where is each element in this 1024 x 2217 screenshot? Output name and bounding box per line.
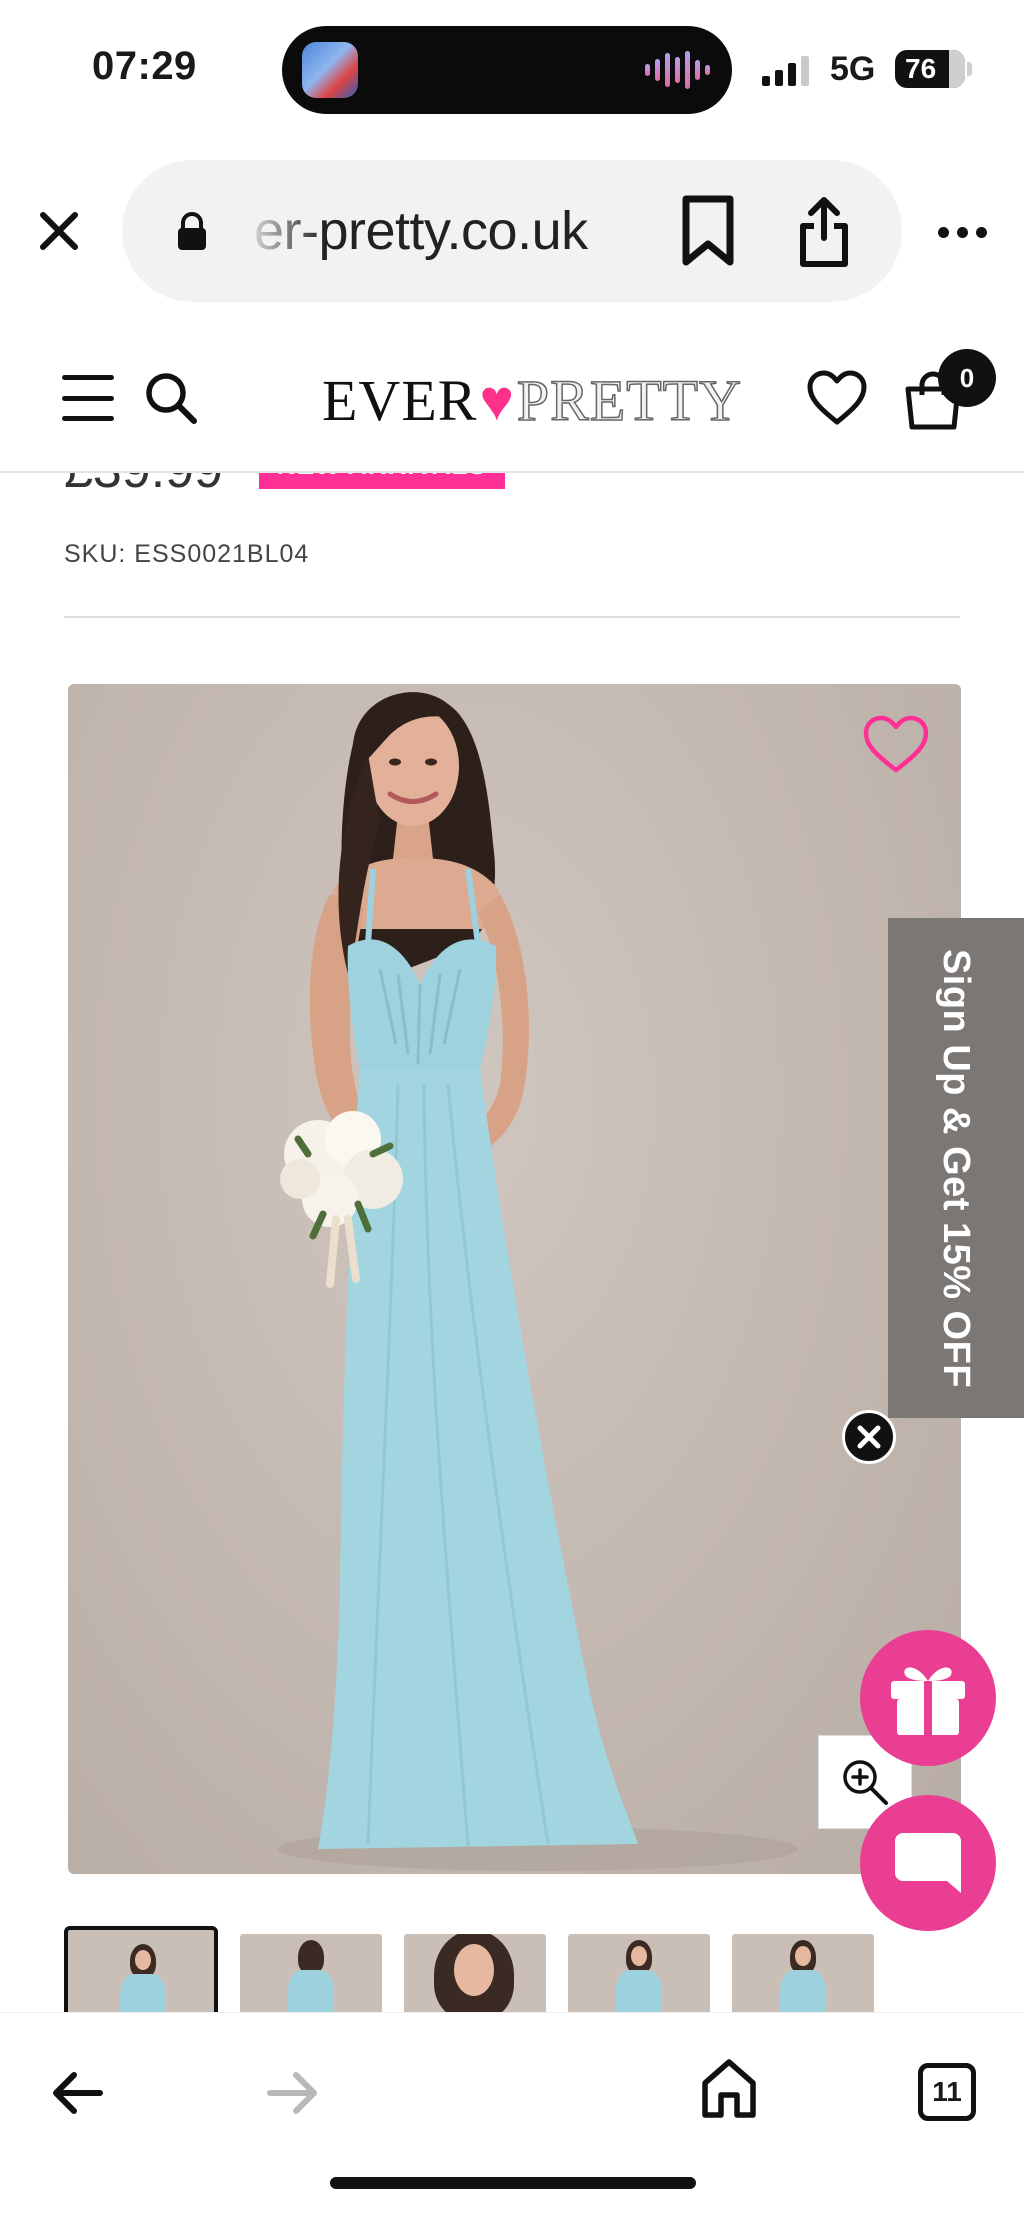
product-thumbnail[interactable] (64, 1926, 218, 2012)
product-thumbnail[interactable] (404, 1934, 546, 2012)
url-field[interactable]: er-pretty.co.uk (122, 160, 902, 302)
wishlist-heart-icon[interactable] (806, 369, 868, 427)
search-icon[interactable] (144, 371, 198, 425)
product-thumbnail[interactable] (732, 1934, 874, 2012)
signal-icon (762, 56, 809, 86)
chat-bubble-icon (895, 1833, 961, 1893)
thumbnail-strip (64, 1924, 964, 2012)
tab-switcher-button[interactable]: 11 (918, 2063, 976, 2121)
divider (64, 616, 960, 618)
home-icon[interactable] (700, 2057, 758, 2119)
audio-wave-icon (645, 50, 710, 90)
home-indicator (330, 2177, 696, 2189)
lock-icon (178, 212, 206, 250)
site-logo[interactable]: EVER ♥ PRETTY (322, 367, 742, 434)
tab-count: 11 (932, 2076, 962, 2107)
battery-icon: 76 (895, 50, 965, 88)
signup-offer-tab[interactable]: Sign Up & Get 15% OFF (888, 918, 1024, 1418)
product-thumbnail[interactable] (240, 1934, 382, 2012)
dynamic-island[interactable] (282, 26, 732, 114)
bookmark-icon[interactable] (678, 194, 738, 268)
signup-offer-label: Sign Up & Get 15% OFF (935, 948, 978, 1388)
gift-button[interactable] (860, 1630, 996, 1766)
product-sku: SKU: ESS0021BL04 (64, 540, 310, 568)
more-options-icon[interactable] (938, 222, 988, 242)
close-icon (857, 1425, 881, 1449)
battery-level: 76 (905, 53, 937, 84)
status-bar: 07:29 5G 76 (0, 0, 1024, 140)
now-playing-artwork (302, 42, 358, 98)
forward-arrow-icon[interactable] (266, 2069, 322, 2117)
model-in-dress-illustration (278, 692, 798, 1871)
menu-icon[interactable] (62, 375, 114, 421)
share-icon[interactable] (794, 194, 854, 270)
logo-text-left: EVER (322, 367, 478, 433)
battery-tip (967, 62, 972, 76)
signup-close-button[interactable] (842, 1410, 896, 1464)
clock: 07:29 (92, 44, 197, 88)
logo-heart-icon: ♥ (479, 367, 515, 433)
browser-address-bar: er-pretty.co.uk (0, 140, 1024, 325)
add-to-wishlist-heart-icon[interactable] (861, 714, 931, 776)
chat-button[interactable] (860, 1795, 996, 1931)
zoom-in-icon (843, 1760, 888, 1805)
network-type: 5G (830, 50, 876, 88)
product-image[interactable] (68, 684, 961, 1874)
close-icon (40, 212, 78, 250)
close-tab-button[interactable] (34, 206, 84, 256)
gift-icon (891, 1667, 965, 1735)
logo-text-right: PRETTY (516, 367, 742, 434)
product-thumbnail[interactable] (568, 1934, 710, 2012)
cart-count-badge: 0 (938, 349, 996, 407)
site-header: EVER ♥ PRETTY 0 (0, 325, 1024, 473)
back-arrow-icon[interactable] (48, 2069, 104, 2117)
